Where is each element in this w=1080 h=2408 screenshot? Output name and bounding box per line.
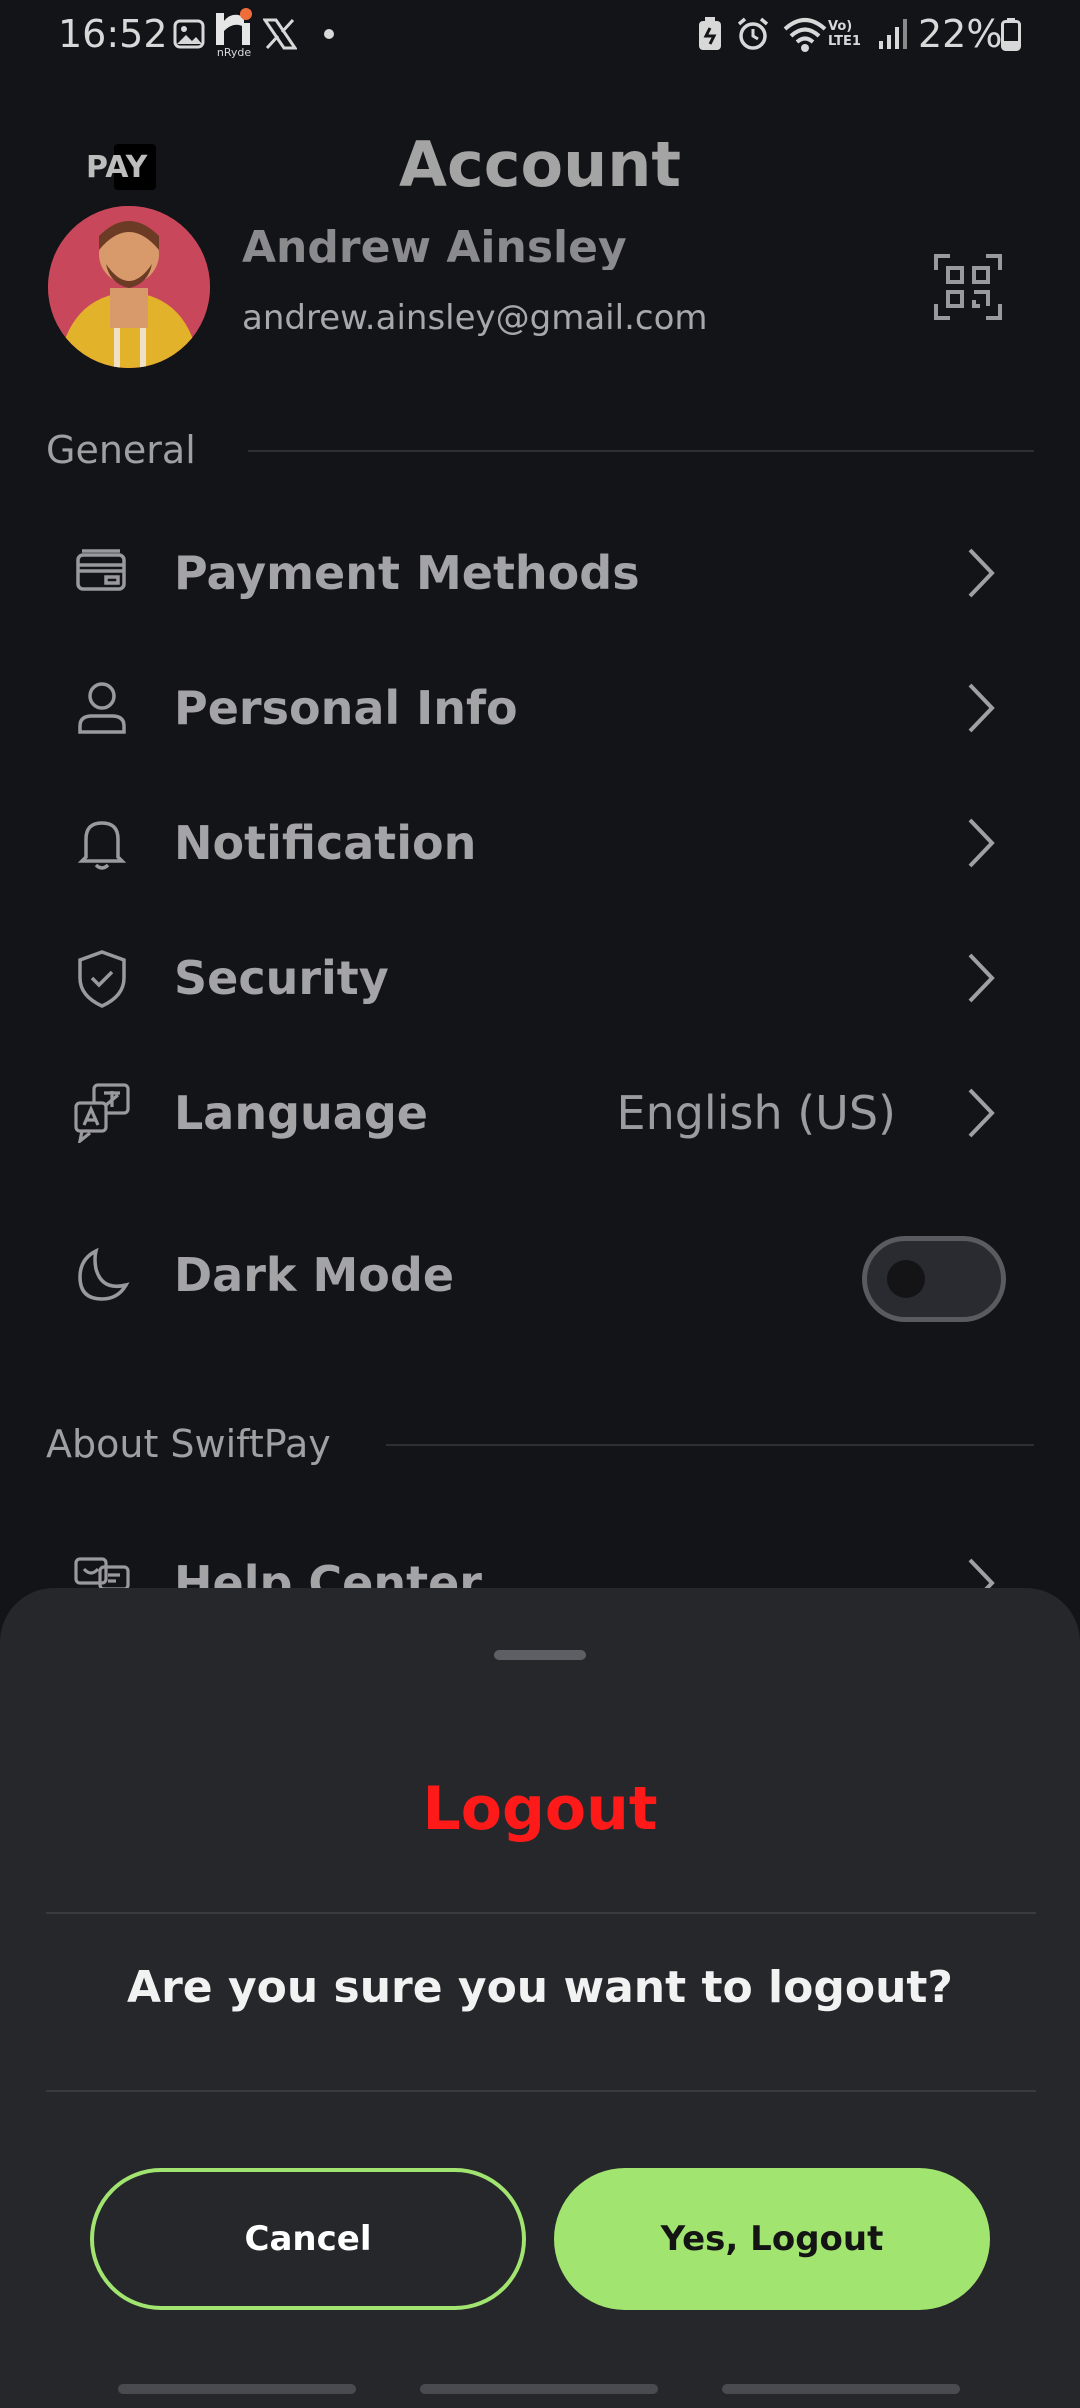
wifi-icon (780, 16, 830, 52)
dot-icon (322, 16, 336, 52)
sheet-divider (46, 1912, 1036, 1914)
confirm-logout-button[interactable]: Yes, Logout (554, 2168, 990, 2310)
nav-back-button[interactable] (722, 2384, 960, 2394)
row-label: Notification (174, 816, 477, 870)
section-divider (386, 1444, 1034, 1446)
battery-percent: 22% (918, 12, 1003, 56)
nav-recents-button[interactable] (118, 2384, 356, 2394)
nav-home-button[interactable] (420, 2384, 658, 2394)
chevron-right-icon (960, 546, 1000, 600)
row-payment-methods[interactable]: Payment Methods (46, 518, 1036, 628)
language-value: English (US) (616, 1086, 896, 1140)
sheet-drag-handle[interactable] (494, 1650, 586, 1660)
toggle-knob (887, 1260, 925, 1298)
row-label: Language (174, 1086, 428, 1140)
bell-icon (72, 813, 132, 873)
logout-bottom-sheet: Logout Are you sure you want to logout? … (0, 1588, 1080, 2408)
row-personal-info[interactable]: Personal Info (46, 653, 1036, 763)
gallery-icon (172, 16, 206, 52)
alarm-icon (734, 16, 772, 52)
profile-email: andrew.ainsley@gmail.com (242, 298, 708, 338)
sheet-divider (46, 2090, 1036, 2092)
status-time: 16:52 (58, 12, 168, 56)
logout-question: Are you sure you want to logout? (127, 1962, 953, 2013)
battery-saver-icon (696, 16, 724, 52)
nryde-app-icon: nRyde (214, 4, 254, 62)
section-about: About SwiftPay (46, 1422, 331, 1466)
user-icon (72, 678, 132, 738)
translate-icon (72, 1083, 132, 1145)
chevron-right-icon (960, 1086, 1000, 1140)
avatar[interactable] (48, 206, 210, 368)
chevron-right-icon (960, 681, 1000, 735)
row-label: Payment Methods (174, 546, 640, 600)
chevron-right-icon (960, 816, 1000, 870)
battery-icon (1000, 16, 1022, 52)
credit-card-icon (72, 543, 132, 603)
moon-icon (72, 1245, 132, 1305)
dark-mode-toggle[interactable] (862, 1236, 1006, 1322)
status-bar: 16:52 nRyde Vo) LTE1 22% (0, 0, 1080, 70)
volte-icon: Vo) LTE1 (828, 19, 861, 49)
row-security[interactable]: Security (46, 923, 1036, 1033)
section-divider (248, 450, 1034, 452)
signal-icon (876, 16, 910, 52)
qr-code-icon[interactable] (934, 254, 1002, 320)
section-general: General (46, 428, 196, 472)
cancel-button[interactable]: Cancel (90, 2168, 526, 2310)
logout-title: Logout (422, 1774, 658, 1844)
row-dark-mode: Dark Mode (46, 1220, 1036, 1330)
row-label: Security (174, 951, 389, 1005)
page-title: Account (399, 128, 681, 201)
row-label: Dark Mode (174, 1248, 455, 1302)
x-app-icon (262, 16, 298, 52)
profile-name: Andrew Ainsley (242, 222, 627, 270)
row-notification[interactable]: Notification (46, 788, 1036, 898)
nryde-label: nRyde (216, 46, 252, 59)
row-label: Personal Info (174, 681, 518, 735)
chevron-right-icon (960, 951, 1000, 1005)
row-language[interactable]: Language English (US) (46, 1058, 1036, 1168)
shield-check-icon (72, 948, 132, 1008)
